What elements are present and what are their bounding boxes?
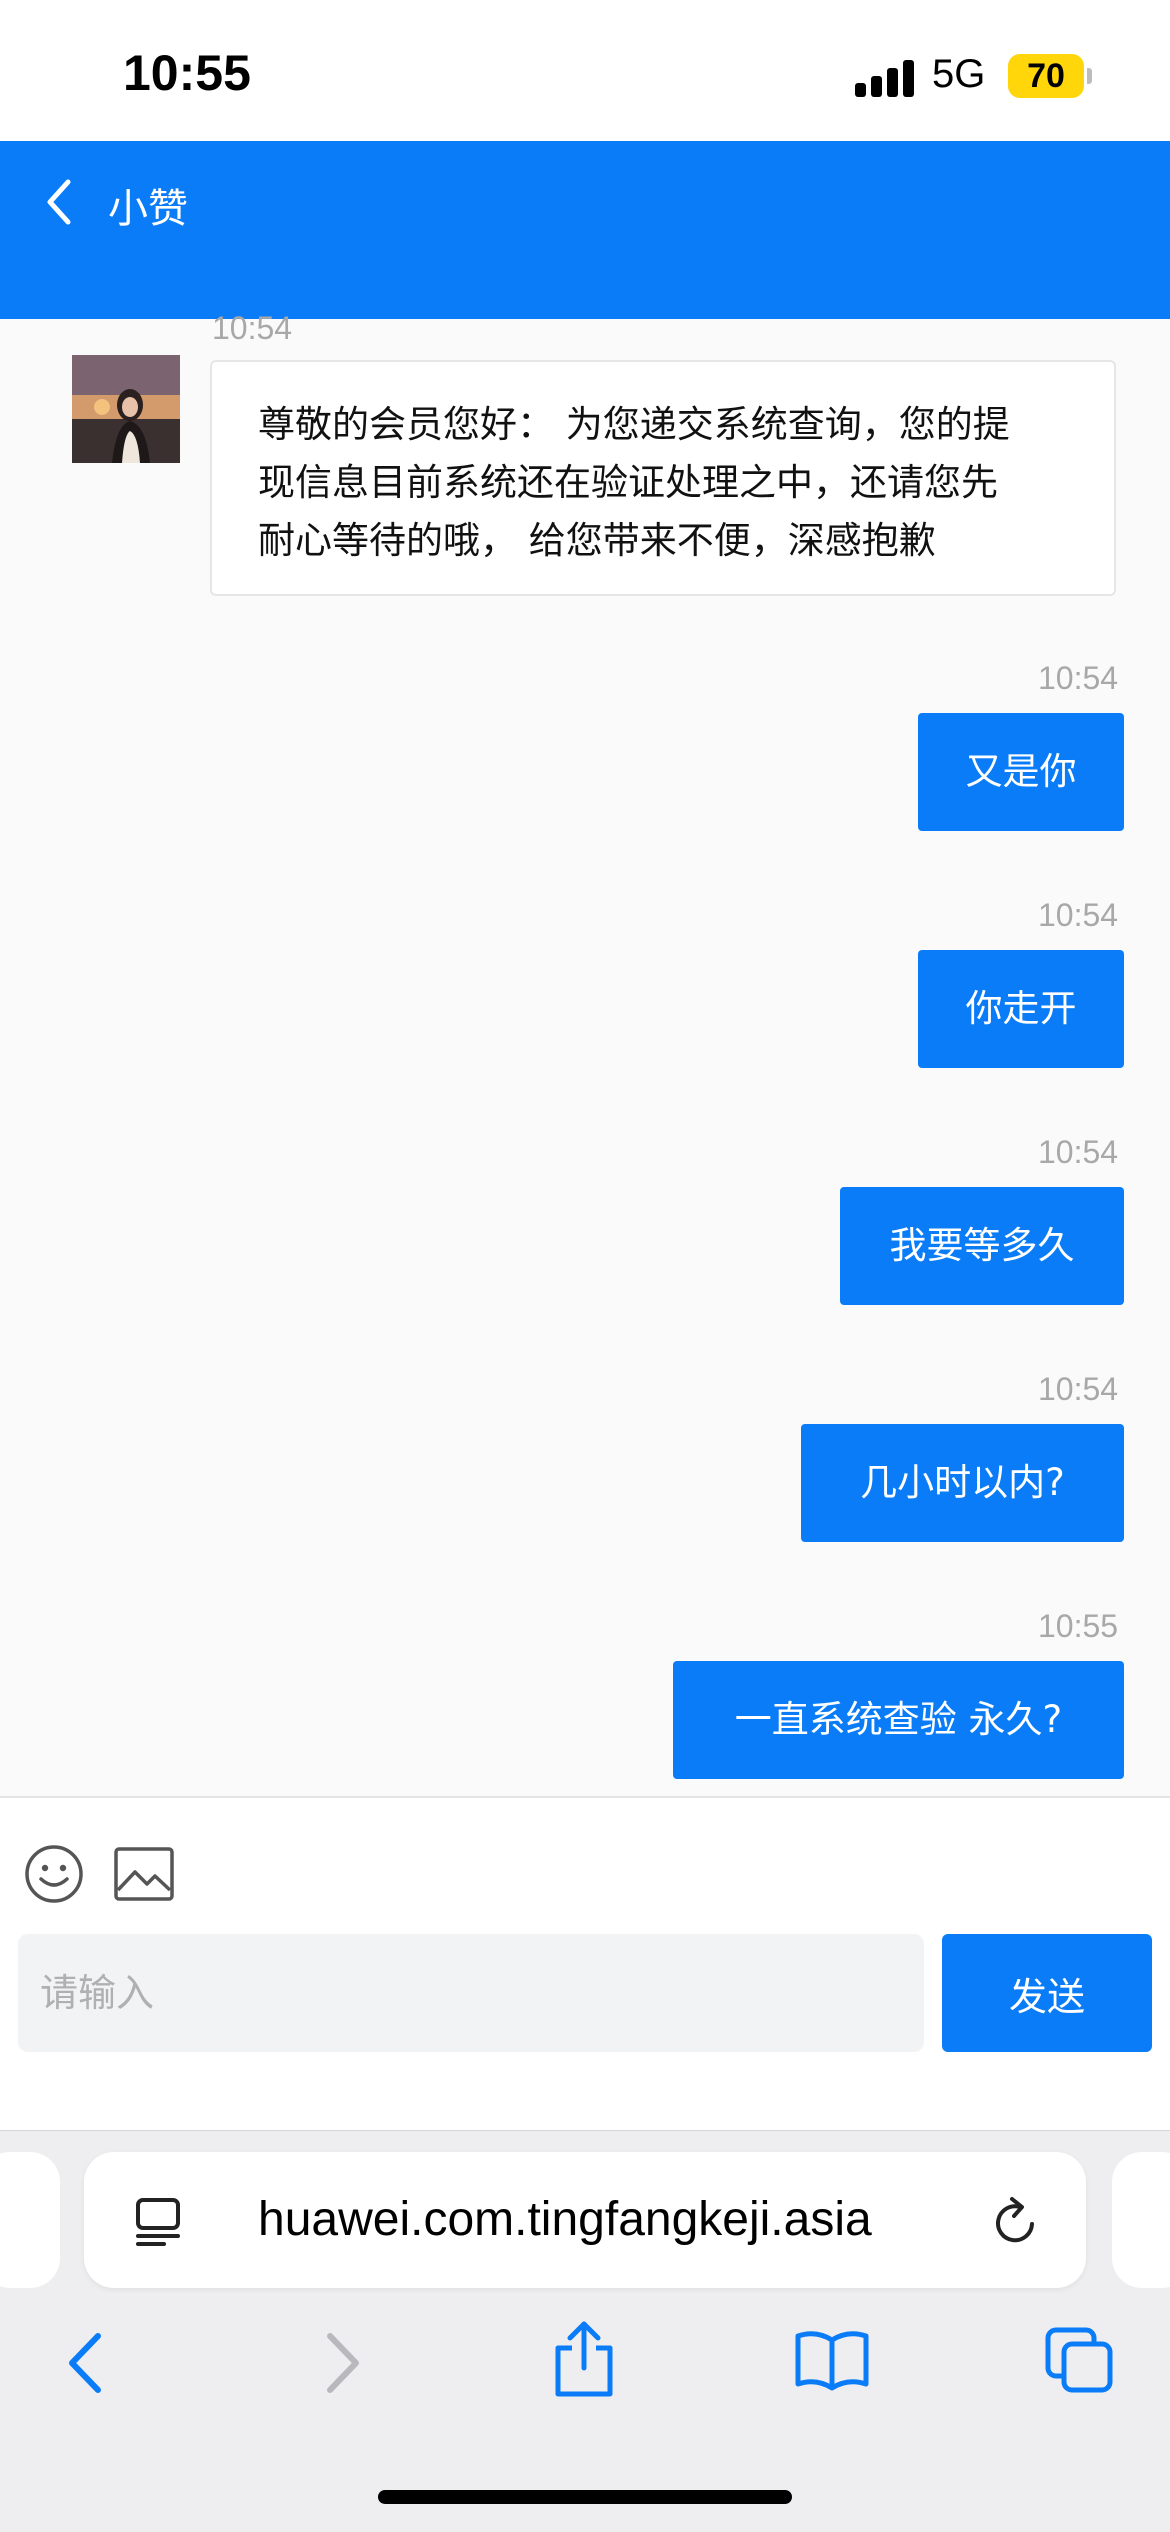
network-type: 5G [932,52,986,96]
battery-cap [1087,68,1092,84]
message-text-line: 现信息目前系统还在验证处理之中，还请您先 [258,461,998,504]
message-time: 10:54 [212,310,293,346]
incoming-message-bubble: 尊敬的会员您好： 为您递交系统查询，您的提 现信息目前系统还在验证处理之中，还请… [210,360,1116,596]
outgoing-message-bubble: 又是你 [918,713,1124,831]
chat-title: 小赞 [108,186,188,232]
status-time: 10:55 [123,45,251,101]
message-text-line: 耐心等待的哦， 给您带来不便，深感抱歉 [258,519,936,562]
avatar[interactable] [72,355,180,463]
send-button[interactable]: 发送 [942,1934,1152,2052]
outgoing-message-bubble: 一直系统查验 永久? [673,1661,1124,1779]
next-tab-preview[interactable] [1112,2152,1170,2288]
battery-icon: 70 [1008,54,1084,98]
message-time: 10:54 [1038,897,1119,933]
image-icon[interactable] [113,1846,175,1902]
smiley-icon[interactable] [24,1844,84,1904]
message-time: 10:54 [1038,1134,1119,1170]
message-time: 10:54 [1038,660,1119,696]
reload-icon[interactable] [990,2194,1044,2250]
previous-tab-preview[interactable] [0,2152,60,2288]
message-time: 10:54 [1038,1371,1119,1407]
outgoing-message-bubble: 我要等多久 [840,1187,1124,1305]
status-bar: 10:55 5G 70 [0,0,1170,141]
forward-icon[interactable] [318,2330,364,2396]
outgoing-message-bubble: 几小时以内? [801,1424,1124,1542]
message-text-line: 尊敬的会员您好： 为您递交系统查询，您的提 [258,403,1010,446]
outgoing-message-bubble: 你走开 [918,950,1124,1068]
home-indicator[interactable] [378,2490,792,2504]
message-input[interactable] [18,1934,924,2052]
tabs-icon[interactable] [1044,2326,1114,2394]
share-icon[interactable] [552,2318,616,2400]
reader-mode-icon[interactable] [134,2196,184,2248]
url-text[interactable]: huawei.com.tingfangkeji.asia [258,2192,872,2247]
back-icon[interactable] [64,2330,110,2396]
message-time: 10:55 [1038,1608,1119,1644]
cellular-signal-icon [855,57,915,97]
chevron-left-icon[interactable] [38,172,84,232]
bookmarks-icon[interactable] [794,2328,870,2392]
